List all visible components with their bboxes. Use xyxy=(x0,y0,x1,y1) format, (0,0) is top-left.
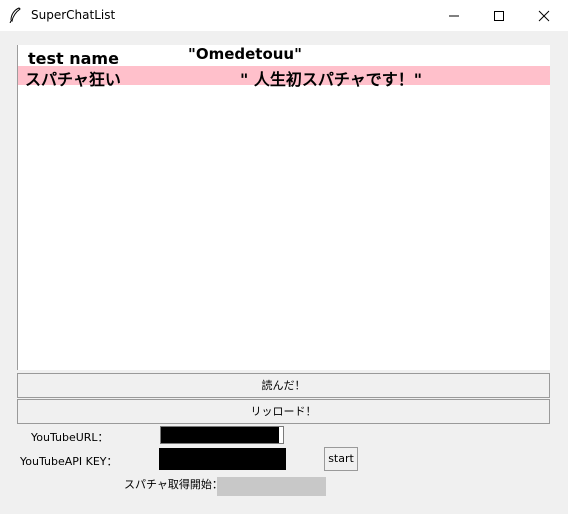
api-key-label: YouTubeAPI KEY： xyxy=(20,455,118,468)
list-item[interactable]: test name "Omedetouu" xyxy=(18,45,550,68)
youtube-url-label: YouTubeURL： xyxy=(31,431,109,444)
youtube-url-field[interactable] xyxy=(160,426,284,444)
list-item-message: " 人生初スパチャです！" xyxy=(240,70,423,89)
start-button[interactable]: start xyxy=(324,447,358,471)
start-status-field xyxy=(217,477,326,496)
window-title: SuperChatList xyxy=(31,8,116,22)
reload-button[interactable]: リッロード！ xyxy=(17,399,550,424)
youtube-url-value xyxy=(161,427,279,443)
maximize-button[interactable] xyxy=(476,0,522,31)
superchat-list[interactable]: test name "Omedetouu" スパチャ狂い " 人生初スパチャです… xyxy=(17,45,550,370)
minimize-button[interactable] xyxy=(431,0,477,31)
title-bar: SuperChatList xyxy=(0,0,568,31)
start-status-label: スパチャ取得開始： xyxy=(124,478,223,491)
minimize-icon xyxy=(449,15,459,17)
list-item-name: スパチャ狂い xyxy=(25,70,121,89)
maximize-icon xyxy=(494,11,504,21)
close-icon xyxy=(538,10,550,22)
close-button[interactable] xyxy=(521,0,567,31)
list-item-message: "Omedetouu" xyxy=(188,45,302,63)
read-button[interactable]: 読んだ！ xyxy=(17,373,550,398)
feather-icon xyxy=(8,7,22,24)
api-key-field[interactable] xyxy=(159,448,286,470)
list-item[interactable]: スパチャ狂い " 人生初スパチャです！" xyxy=(18,66,550,89)
